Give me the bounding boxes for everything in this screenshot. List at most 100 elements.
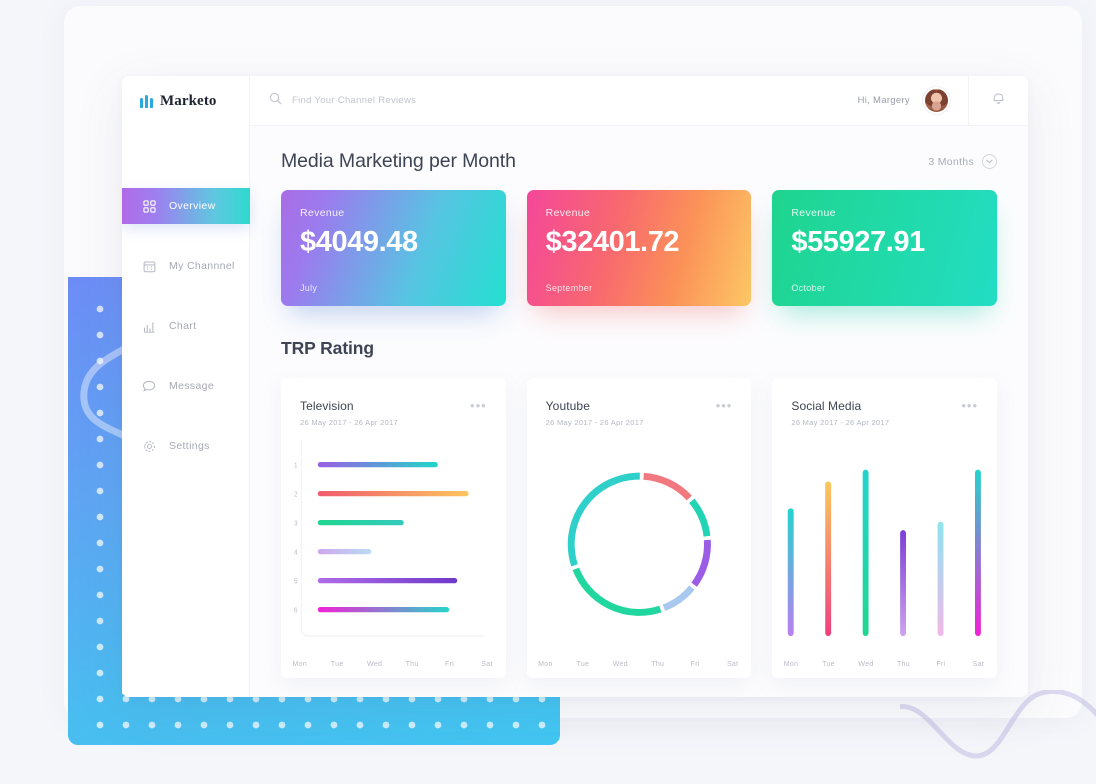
axis-tick-label: Mon bbox=[783, 661, 799, 668]
revenue-card-value: $4049.48 bbox=[300, 226, 418, 258]
search-bar[interactable] bbox=[250, 92, 858, 110]
user-greeting: Hi, Margery bbox=[857, 95, 910, 106]
axis-tick-label: 3 bbox=[294, 520, 298, 527]
axis-tick-label: Fri bbox=[936, 661, 946, 668]
axis-tick-label: Fri bbox=[445, 661, 455, 668]
donut-segment bbox=[662, 585, 695, 612]
avatar[interactable] bbox=[923, 87, 950, 114]
search-icon bbox=[269, 92, 282, 110]
bar-chart-icon bbox=[142, 319, 156, 333]
axis-tick-label: Mon bbox=[538, 661, 553, 668]
revenue-card-october[interactable]: Revenue $55927.91 October bbox=[772, 190, 998, 306]
search-input[interactable] bbox=[292, 95, 542, 106]
sidebar-item-label: Chart bbox=[169, 320, 197, 332]
revenue-card-value: $32401.72 bbox=[545, 226, 680, 258]
trp-card-television: Television 26 May 2017 - 26 Apr 2017 •••… bbox=[281, 378, 506, 678]
section-header: Media Marketing per Month 3 Months bbox=[281, 150, 997, 173]
revenue-card-month: October bbox=[791, 283, 826, 293]
axis-tick-label: Thu bbox=[896, 661, 910, 668]
range-label: 3 Months bbox=[928, 155, 974, 168]
trp-card-youtube: Youtube 26 May 2017 - 26 Apr 2017 ••• Mo… bbox=[526, 378, 752, 678]
trp-card-date: 26 May 2017 - 26 Apr 2017 bbox=[545, 418, 644, 427]
youtube-x-axis: Mon Tue Wed Thu Fri Sat bbox=[527, 661, 752, 668]
sidebar-item-settings[interactable]: Settings bbox=[122, 428, 249, 464]
axis-tick-label: Tue bbox=[330, 661, 344, 668]
page-title: Media Marketing per Month bbox=[281, 150, 516, 172]
axis-tick-label: Thu bbox=[651, 661, 665, 668]
grid-icon bbox=[142, 199, 156, 213]
axis-tick-label: Wed bbox=[367, 661, 383, 668]
donut-segment bbox=[572, 567, 662, 616]
donut-segment bbox=[567, 472, 640, 567]
trp-title: TRP Rating bbox=[281, 338, 374, 358]
axis-tick-label: 6 bbox=[294, 607, 298, 614]
axis-tick-label: Thu bbox=[405, 661, 419, 668]
revenue-card-july[interactable]: Revenue $4049.48 July bbox=[281, 190, 506, 306]
axis-tick-label: Sat bbox=[972, 661, 985, 668]
axis-tick-label: 2 bbox=[294, 491, 298, 498]
content: Media Marketing per Month 3 Months Reven… bbox=[250, 126, 1028, 697]
gear-icon bbox=[142, 439, 156, 453]
main-area: Hi, Margery Media Marketing per Month bbox=[250, 76, 1028, 697]
social-media-x-axis: Mon Tue Wed Thu Fri Sat bbox=[772, 661, 997, 668]
donut-segment bbox=[642, 472, 692, 501]
sidebar-item-label: My Channnel bbox=[169, 260, 235, 272]
sidebar-item-message[interactable]: Message bbox=[122, 368, 249, 404]
calendar-icon bbox=[142, 259, 156, 273]
more-options-icon[interactable]: ••• bbox=[470, 399, 487, 412]
axis-tick-label: 1 bbox=[294, 462, 298, 469]
television-x-axis: Mon Tue Wed Thu Fri Sat bbox=[281, 661, 506, 668]
topbar: Hi, Margery bbox=[250, 76, 1028, 126]
trp-card-name: Youtube bbox=[545, 399, 590, 413]
bell-icon bbox=[991, 90, 1006, 111]
axis-tick-label: Tue bbox=[822, 661, 835, 668]
trp-card-date: 26 May 2017 - 26 Apr 2017 bbox=[791, 418, 890, 427]
sidebar-item-label: Overview bbox=[169, 200, 216, 212]
sidebar-item-overview[interactable]: Overview bbox=[122, 188, 250, 224]
axis-tick-label: Wed bbox=[858, 661, 874, 668]
trp-cards: Television 26 May 2017 - 26 Apr 2017 •••… bbox=[281, 378, 998, 678]
revenue-card-september[interactable]: Revenue $32401.72 September bbox=[526, 190, 752, 306]
sidebar-item-my-channnel[interactable]: My Channnel bbox=[122, 248, 249, 284]
sidebar: Marketo Overview My Channnel Chart Messa… bbox=[122, 76, 250, 697]
notifications-button[interactable] bbox=[968, 76, 1028, 126]
app-window: Marketo Overview My Channnel Chart Messa… bbox=[122, 76, 1028, 697]
donut-segment bbox=[688, 498, 711, 537]
youtube-donut-chart bbox=[527, 440, 752, 678]
sidebar-item-label: Message bbox=[169, 380, 215, 392]
revenue-card-label: Revenue bbox=[545, 207, 591, 219]
trp-card-header: Television 26 May 2017 - 26 Apr 2017 ••• bbox=[300, 399, 487, 427]
axis-tick-label: Fri bbox=[690, 661, 700, 668]
more-options-icon[interactable]: ••• bbox=[961, 399, 978, 412]
brand[interactable]: Marketo bbox=[122, 76, 249, 126]
axis-tick-label: 5 bbox=[294, 578, 298, 585]
chat-icon bbox=[142, 379, 156, 393]
axis-tick-label: Wed bbox=[612, 661, 628, 668]
revenue-card-month: September bbox=[545, 283, 593, 293]
axis-tick-label: 4 bbox=[294, 549, 298, 556]
trp-card-header: Social Media 26 May 2017 - 26 Apr 2017 •… bbox=[791, 399, 978, 427]
more-options-icon[interactable]: ••• bbox=[716, 399, 733, 412]
revenue-card-label: Revenue bbox=[791, 207, 836, 219]
axis-tick-label: Mon bbox=[292, 661, 307, 668]
brand-name: Marketo bbox=[160, 92, 217, 109]
sidebar-item-chart[interactable]: Chart bbox=[122, 308, 249, 344]
trp-card-name: Television bbox=[300, 399, 354, 413]
revenue-card-month: July bbox=[300, 283, 318, 293]
trp-card-header: Youtube 26 May 2017 - 26 Apr 2017 ••• bbox=[546, 399, 733, 427]
donut-segment bbox=[691, 539, 711, 587]
chevron-down-circle-icon bbox=[982, 154, 997, 169]
revenue-card-value: $55927.91 bbox=[791, 226, 925, 258]
revenue-card-label: Revenue bbox=[300, 207, 345, 219]
social-media-chart bbox=[772, 440, 997, 678]
trp-card-name: Social Media bbox=[791, 399, 862, 413]
sidebar-nav: Overview My Channnel Chart Message Setti… bbox=[122, 188, 250, 464]
bars-logo-icon bbox=[140, 94, 153, 108]
revenue-cards: Revenue $4049.48 July Revenue $32401.72 … bbox=[281, 190, 998, 306]
screen: Marketo Overview My Channnel Chart Messa… bbox=[0, 0, 1096, 784]
television-chart: 1 2 3 4 5 6 bbox=[281, 440, 506, 678]
trp-card-date: 26 May 2017 - 26 Apr 2017 bbox=[300, 418, 398, 427]
axis-tick-label: Tue bbox=[576, 661, 590, 668]
range-selector[interactable]: 3 Months bbox=[928, 154, 997, 169]
sidebar-item-label: Settings bbox=[169, 440, 210, 452]
